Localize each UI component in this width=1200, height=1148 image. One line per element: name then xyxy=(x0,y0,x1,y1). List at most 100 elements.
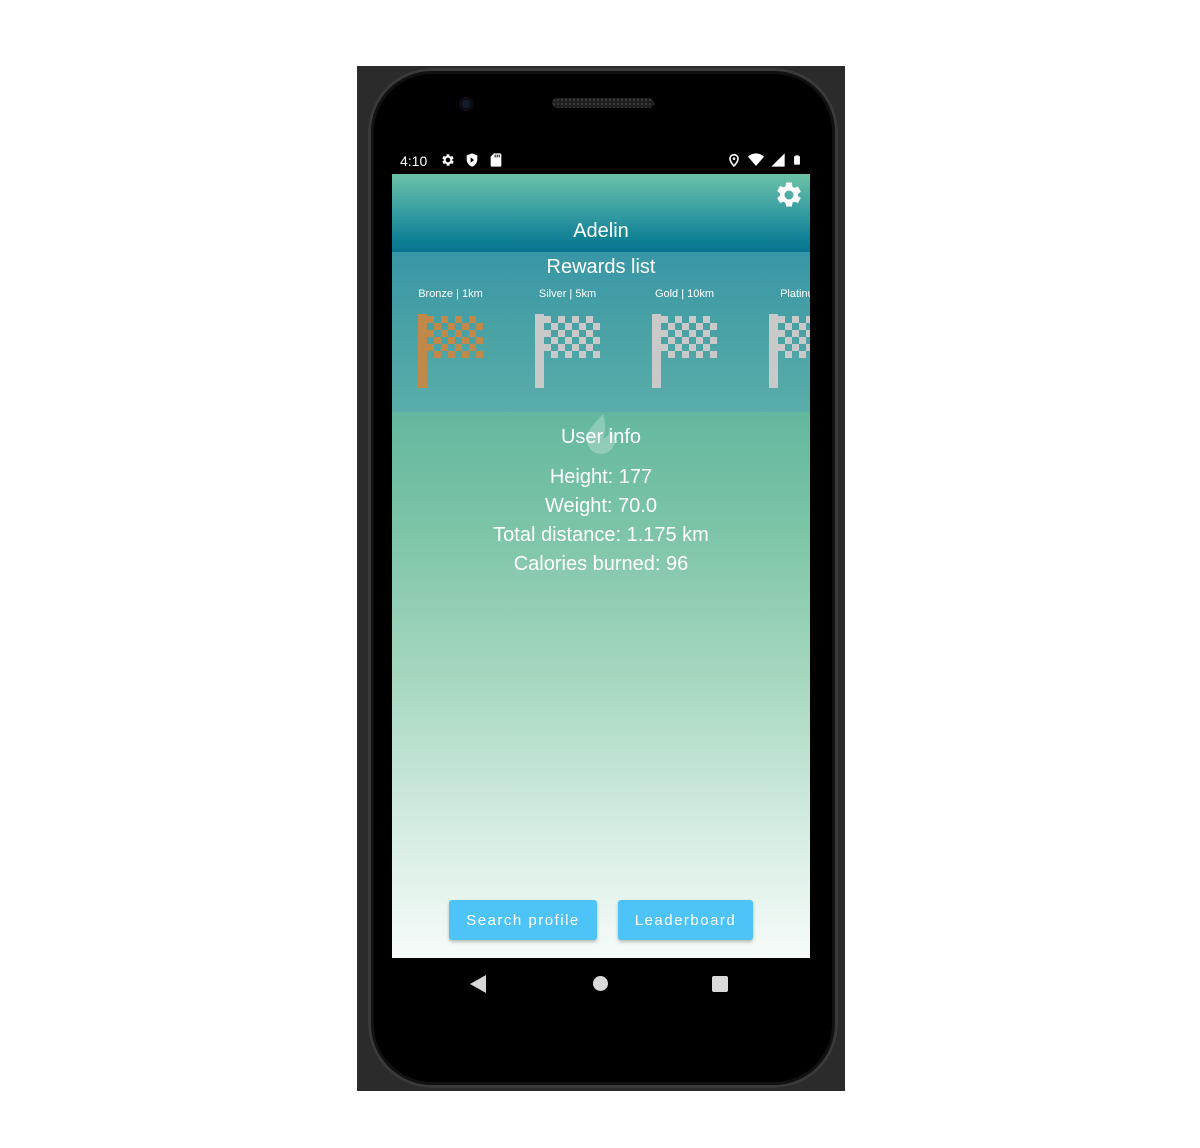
flag-square xyxy=(434,323,441,330)
flag-square xyxy=(806,344,810,351)
reward-label: Platinum xyxy=(780,288,810,300)
flag-square xyxy=(565,337,572,344)
flag-square xyxy=(544,344,551,351)
status-bar: 4:10 xyxy=(392,148,810,174)
flag-square xyxy=(792,316,799,323)
signal-icon xyxy=(771,153,785,167)
flag-square xyxy=(455,316,462,323)
gear-icon xyxy=(442,154,454,166)
flag-square xyxy=(682,337,689,344)
settings-gear-icon[interactable] xyxy=(774,180,804,210)
sd-card-icon xyxy=(490,153,502,167)
flag-square xyxy=(441,344,448,351)
flag-square xyxy=(558,344,565,351)
flag-square xyxy=(799,351,806,358)
flag-square xyxy=(593,323,600,330)
flag-square xyxy=(572,316,579,323)
flag-square xyxy=(710,337,717,344)
rewards-title: Rewards list xyxy=(546,256,656,278)
reward-item-platinum[interactable]: Platinum xyxy=(743,288,810,398)
leaderboard-button[interactable]: Leaderboard xyxy=(618,900,753,940)
flag-square xyxy=(668,351,675,358)
flag-square xyxy=(778,330,785,337)
flag-square xyxy=(689,316,696,323)
user-info-title: User info xyxy=(560,426,642,448)
flag-square xyxy=(689,330,696,337)
flag-square xyxy=(675,344,682,351)
flag-square xyxy=(586,330,593,337)
flag-square xyxy=(544,330,551,337)
home-icon[interactable] xyxy=(593,976,608,991)
flag-square xyxy=(668,337,675,344)
flag-square xyxy=(455,344,462,351)
recent-apps-icon[interactable] xyxy=(712,976,728,992)
flag-square xyxy=(565,351,572,358)
flag-square xyxy=(586,344,593,351)
checkered-flag-icon xyxy=(652,314,717,388)
flag-square xyxy=(799,323,806,330)
reward-item-bronze[interactable]: Bronze | 1km xyxy=(392,288,509,398)
volume-button xyxy=(838,456,843,590)
flag-square xyxy=(785,337,792,344)
flag-square xyxy=(448,351,455,358)
front-camera xyxy=(459,97,473,111)
flag-square xyxy=(572,344,579,351)
flag-square xyxy=(427,316,434,323)
flag-square xyxy=(675,330,682,337)
battery-icon xyxy=(794,155,800,165)
flag-square xyxy=(579,351,586,358)
power-button xyxy=(838,322,843,376)
flag-square xyxy=(476,323,483,330)
flag-square xyxy=(682,323,689,330)
flag-square xyxy=(682,351,689,358)
flag-square xyxy=(462,337,469,344)
flag-square xyxy=(476,337,483,344)
flag-square xyxy=(593,351,600,358)
earpiece-speaker xyxy=(552,98,654,108)
flag-square xyxy=(675,316,682,323)
total-distance-value: Total distance: 1.175 km xyxy=(493,524,709,546)
flag-square xyxy=(792,344,799,351)
back-icon[interactable] xyxy=(470,975,486,993)
flag-square xyxy=(661,316,668,323)
search-profile-button[interactable]: Search profile xyxy=(449,900,597,940)
flag-square xyxy=(806,316,810,323)
flag-square xyxy=(448,323,455,330)
flag-square xyxy=(792,330,799,337)
flag-square xyxy=(558,316,565,323)
flag-square xyxy=(551,323,558,330)
flag-pole xyxy=(418,314,427,388)
flag-square xyxy=(579,323,586,330)
reward-label: Silver | 5km xyxy=(538,288,597,300)
reward-item-gold[interactable]: Gold | 10km xyxy=(626,288,743,398)
flag-square xyxy=(427,344,434,351)
flag-square xyxy=(799,337,806,344)
flag-square xyxy=(441,330,448,337)
location-icon xyxy=(729,153,739,168)
reward-label: Gold | 10km xyxy=(654,288,715,300)
flag-square xyxy=(469,316,476,323)
status-right-icons xyxy=(726,152,802,168)
reward-label: Bronze | 1km xyxy=(418,288,483,300)
shield-icon xyxy=(466,153,478,167)
app-screen: Adelin Rewards list Bronze | 1km Silver … xyxy=(392,174,810,958)
flag-square xyxy=(441,316,448,323)
flag-square xyxy=(476,351,483,358)
flag-square xyxy=(551,351,558,358)
flag-square xyxy=(455,330,462,337)
flag-square xyxy=(785,351,792,358)
flag-square xyxy=(710,351,717,358)
flag-square xyxy=(448,337,455,344)
profile-header: Adelin xyxy=(392,174,810,252)
flag-pole xyxy=(652,314,661,388)
flag-square xyxy=(668,323,675,330)
rewards-section: Rewards list Bronze | 1km Silver | 5km G… xyxy=(392,252,810,412)
flag-square xyxy=(778,344,785,351)
reward-item-silver[interactable]: Silver | 5km xyxy=(509,288,626,398)
flag-square xyxy=(689,344,696,351)
weight-value: Weight: 70.0 xyxy=(545,495,657,517)
flag-square xyxy=(806,330,810,337)
flag-square xyxy=(565,323,572,330)
flag-square xyxy=(696,323,703,330)
checkered-flag-icon xyxy=(769,314,810,388)
